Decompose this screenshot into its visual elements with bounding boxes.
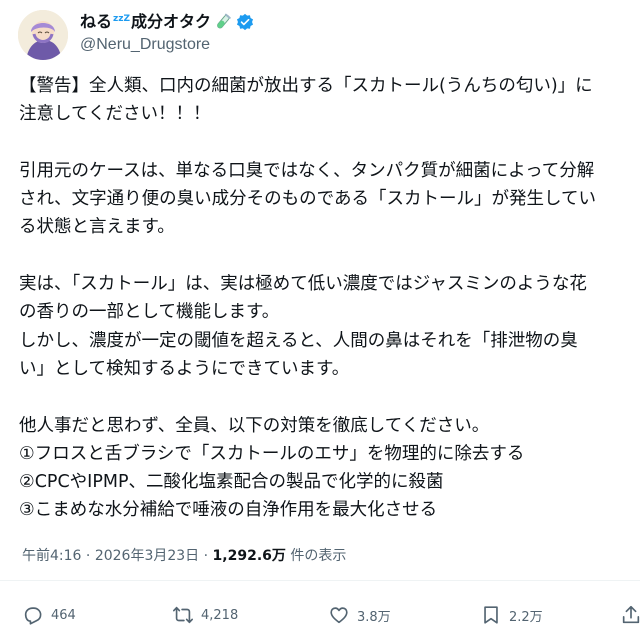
tweet-line: ①フロスと舌ブラシで「スカトールのエサ」を物理的に除去する [19,443,525,464]
bookmark-icon [484,606,498,624]
divider [0,580,640,581]
heart-icon [330,607,348,624]
author-name-part2[interactable]: 成分オタク [131,10,211,34]
tweet-blank-line [19,242,640,270]
tweet-line: され、文字通り便の臭い成分そのものである「スカトール」が発生してい [19,189,596,210]
views-count: 1,292.6万 [212,548,286,564]
meta-separator: · [203,548,209,564]
avatar[interactable] [18,10,68,60]
reply-button[interactable]: 464 [22,600,76,630]
tweet-line: ③こまめな水分補給で唾液の自浄作用を最大化させる [19,500,438,521]
author-name-part1[interactable]: ねる [80,10,112,34]
tweet-header: ねる zzZ 成分オタク @Neru_Drugstore [80,10,254,56]
repost-button[interactable]: 4,218 [172,600,238,630]
tweet-line: 実は、「スカトール」は、実は極めて低い濃度ではジャスミンのような花 [19,274,587,295]
share-button[interactable] [620,600,640,630]
tweet-line: ②CPCやIPMP、二酸化塩素配合の製品で化学的に殺菌 [19,472,444,493]
bookmark-count: 2.2万 [509,609,543,625]
test-tube-emoji-icon [214,13,232,31]
tweet-line: い」として検知するようにできています。 [19,358,350,379]
tweet-blank-line [19,129,640,157]
verified-badge-icon[interactable] [236,13,254,31]
tweet-line: 他人事だと思わず、全員、以下の対策を徹底してください。 [19,415,490,436]
tweet-line: 注意してください！！！ [19,104,211,125]
tweet-blank-line [19,383,640,411]
tweet-line: 【警告】全人類、口内の細菌が放出する「スカトール(うんちの匂い)」に [19,76,593,96]
tweet-line: る状態と言えます。 [19,217,175,238]
tweet-line: 引用元のケースは、単なる口臭ではなく、タンパク質が細菌によって分解 [19,160,595,181]
tweet-line: の香りの一部として機能します。 [19,302,280,323]
tweet-date[interactable]: 2026年3月23日 [95,548,199,564]
author-handle[interactable]: @Neru_Drugstore [80,34,254,56]
tweet-meta: 午前4:16 · 2026年3月23日 · 1,292.6万 件の表示 [22,544,346,568]
reply-count: 464 [51,607,76,623]
meta-separator: · [85,548,91,564]
like-button[interactable]: 3.8万 [328,600,391,630]
avatar-illustration [18,10,68,60]
reply-icon [24,607,42,625]
views-label: 件の表示 [290,548,347,564]
author-name-zzz: zzZ [113,14,131,24]
repost-count: 4,218 [201,607,239,623]
tweet-text: 【警告】全人類、口内の細菌が放出する「スカトール(うんちの匂い)」に 注意してく… [19,72,640,525]
share-icon [622,605,640,624]
author-name-row[interactable]: ねる zzZ 成分オタク [80,10,254,34]
tweet-time[interactable]: 午前4:16 [22,548,81,564]
repost-icon [173,606,193,624]
tweet-line: しかし、濃度が一定の閾値を超えると、人間の鼻はそれを「排泄物の臭 [19,330,578,351]
action-bar: 464 4,218 3.8万 2.2万 [0,600,640,630]
like-count: 3.8万 [357,609,391,625]
bookmark-button[interactable]: 2.2万 [480,600,543,630]
